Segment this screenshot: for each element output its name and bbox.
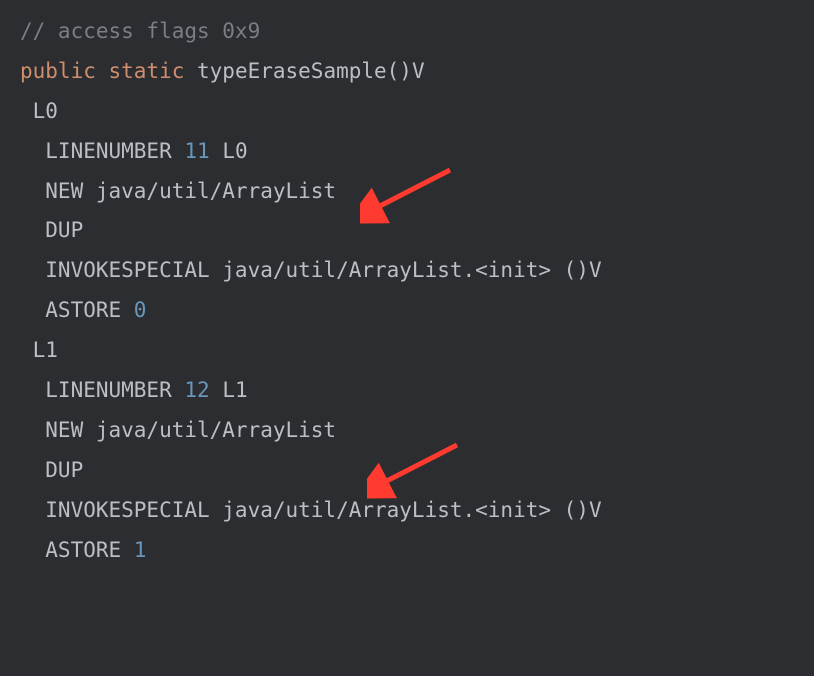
astore-index: 0 xyxy=(134,298,147,322)
keyword-public: public xyxy=(20,59,96,83)
code-line-label: L0 xyxy=(20,92,794,132)
code-line-astore: ASTORE 1 xyxy=(20,531,794,571)
code-line-dup: DUP xyxy=(20,211,794,251)
code-line-new: NEW java/util/ArrayList xyxy=(20,411,794,451)
code-line-new: NEW java/util/ArrayList xyxy=(20,172,794,212)
comment-text: // access flags 0x9 xyxy=(20,19,260,43)
code-line-astore: ASTORE 0 xyxy=(20,291,794,331)
code-line-linenumber: LINENUMBER 12 L1 xyxy=(20,371,794,411)
code-line-dup: DUP xyxy=(20,451,794,491)
code-line-comment: // access flags 0x9 xyxy=(20,12,794,52)
code-line-label: L1 xyxy=(20,331,794,371)
keyword-static: static xyxy=(109,59,185,83)
code-line-invokespecial: INVOKESPECIAL java/util/ArrayList.<init>… xyxy=(20,491,794,531)
code-line-signature: public static typeEraseSample()V xyxy=(20,52,794,92)
line-number-value: 11 xyxy=(184,139,209,163)
code-line-linenumber: LINENUMBER 11 L0 xyxy=(20,132,794,172)
astore-index: 1 xyxy=(134,538,147,562)
line-number-value: 12 xyxy=(184,378,209,402)
code-line-invokespecial: INVOKESPECIAL java/util/ArrayList.<init>… xyxy=(20,251,794,291)
method-name: typeEraseSample()V xyxy=(184,59,424,83)
